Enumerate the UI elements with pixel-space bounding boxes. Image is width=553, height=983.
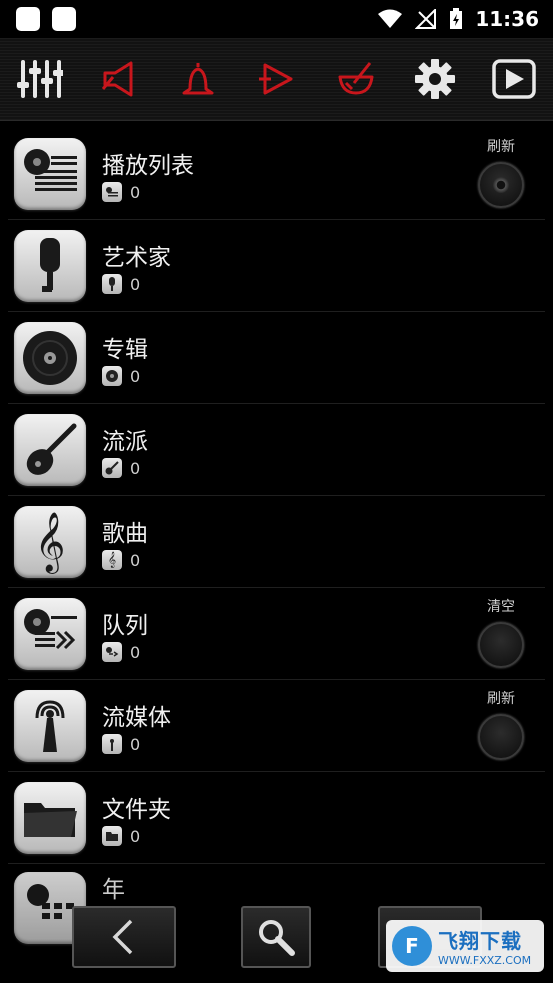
- row-title: 队列: [102, 613, 148, 639]
- folder-mini-icon: [102, 826, 122, 846]
- list-item-folders[interactable]: 文件夹 0: [8, 772, 545, 864]
- list-item-playlists[interactable]: 播放列表 0 刷新: [8, 128, 545, 220]
- row-title: 艺术家: [102, 245, 171, 271]
- clear-button[interactable]: [478, 622, 524, 668]
- disc-mini-icon: [102, 366, 122, 386]
- row-title: 流派: [102, 429, 148, 455]
- notification-icon: [16, 7, 40, 31]
- list-item-streams[interactable]: 流媒体 0 刷新: [8, 680, 545, 772]
- bell-button[interactable]: [172, 53, 224, 105]
- refresh-button[interactable]: [478, 162, 524, 208]
- queue-mini-icon: [102, 642, 122, 662]
- equalizer-button[interactable]: [14, 53, 66, 105]
- antenna-icon: [14, 690, 86, 762]
- watermark-title: 飞翔下载: [438, 929, 522, 953]
- notification-icon: [52, 7, 76, 31]
- clock: 11:36: [475, 7, 539, 31]
- playlist-mini-icon: [102, 182, 122, 202]
- row-count: 0: [130, 458, 141, 478]
- equalizer-icon: [16, 60, 63, 98]
- list-item-artists[interactable]: 艺术家 0: [8, 220, 545, 312]
- row-count: 0: [130, 182, 141, 202]
- row-count: 0: [130, 734, 141, 754]
- notification-icons: [16, 7, 76, 31]
- battery-icon: [450, 8, 463, 29]
- row-count: 0: [130, 366, 141, 386]
- speaker-icon: [101, 61, 132, 97]
- row-title: 流媒体: [102, 705, 171, 731]
- list-item-queue[interactable]: 队列 0 清空: [8, 588, 545, 680]
- play-arrow-button[interactable]: [251, 53, 303, 105]
- now-playing-button[interactable]: [488, 53, 540, 105]
- watermark-logo: F 飞翔下载 WWW.FXXZ.COM: [386, 920, 544, 972]
- treble-clef-mini-icon: 𝄞: [102, 550, 122, 570]
- microphone-icon: [14, 230, 86, 302]
- list-item-genres[interactable]: 流派 0: [8, 404, 545, 496]
- disc-icon: [14, 322, 86, 394]
- play-box-icon: [491, 59, 536, 99]
- row-count: 0: [130, 642, 141, 662]
- mortar-button[interactable]: [330, 53, 382, 105]
- play-arrow-icon: [258, 63, 292, 95]
- antenna-mini-icon: [102, 734, 122, 754]
- toolbar: [0, 38, 553, 121]
- guitar-icon: [14, 414, 86, 486]
- library-list: 播放列表 0 刷新 艺术家 0 专辑 0 流派 0 𝄞 歌曲 𝄞 0 队列 0 …: [0, 128, 553, 944]
- refresh-label: 刷新: [487, 139, 515, 155]
- wifi-icon: [378, 9, 403, 28]
- mortar-icon: [338, 62, 373, 95]
- settings-button[interactable]: [409, 53, 461, 105]
- row-title: 歌曲: [102, 521, 148, 547]
- refresh-label: 刷新: [487, 691, 515, 707]
- row-count: 0: [130, 274, 141, 294]
- row-title: 播放列表: [102, 153, 194, 179]
- guitar-mini-icon: [102, 458, 122, 478]
- gear-icon: [414, 59, 455, 99]
- queue-icon: [14, 598, 86, 670]
- back-button[interactable]: [72, 906, 176, 968]
- row-count: 0: [130, 550, 141, 570]
- row-count: 0: [130, 826, 141, 846]
- bell-icon: [182, 63, 213, 95]
- row-title: 文件夹: [102, 797, 171, 823]
- row-title: 年: [102, 877, 125, 903]
- row-title: 专辑: [102, 337, 148, 363]
- list-item-albums[interactable]: 专辑 0: [8, 312, 545, 404]
- status-bar: 11:36: [0, 0, 553, 38]
- microphone-mini-icon: [102, 274, 122, 294]
- chevron-left-icon: [112, 919, 133, 955]
- folder-icon: [14, 782, 86, 854]
- search-button[interactable]: [241, 906, 311, 968]
- list-item-songs[interactable]: 𝄞 歌曲 𝄞 0: [8, 496, 545, 588]
- clear-label: 清空: [487, 599, 515, 615]
- search-icon: [259, 920, 295, 956]
- watermark-badge: F: [392, 926, 432, 966]
- refresh-button[interactable]: [478, 714, 524, 760]
- record-dot-icon: [493, 177, 509, 193]
- playlist-icon: [14, 138, 86, 210]
- speaker-button[interactable]: [93, 53, 145, 105]
- watermark-subtitle: WWW.FXXZ.COM: [438, 954, 532, 967]
- treble-clef-icon: 𝄞: [14, 506, 86, 578]
- no-signal-icon: [415, 9, 437, 29]
